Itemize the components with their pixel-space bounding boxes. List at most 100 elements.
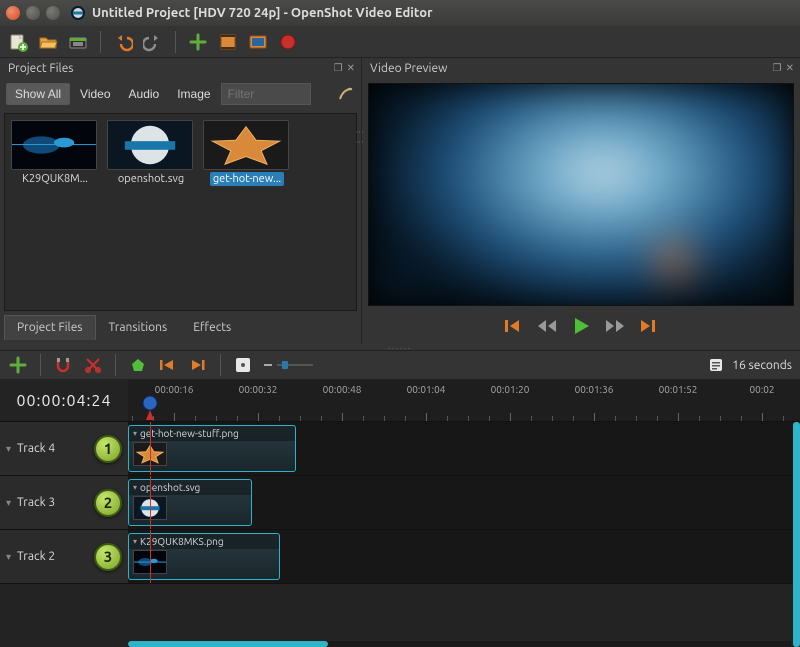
track-lane[interactable]: ▾K29QUK8MKS.png [128, 530, 800, 583]
rewind-button[interactable] [537, 319, 557, 333]
project-file-item[interactable]: K29QUK8M... [11, 120, 99, 189]
redo-button[interactable] [143, 32, 163, 52]
export-video-button[interactable] [278, 32, 298, 52]
track-lane[interactable]: ▾openshot.svg [128, 476, 800, 529]
add-track-button[interactable] [8, 355, 28, 375]
track-header[interactable]: ▾ Track 3 2 [0, 476, 128, 529]
timeline-tracks: ▾ Track 4 1 ▾get-hot-new-stuff.png ▾ Tra… [0, 422, 800, 647]
undo-button[interactable] [113, 32, 133, 52]
jump-end-button[interactable] [639, 318, 657, 334]
preview-content-image [369, 84, 793, 305]
dock-close-icon[interactable]: ✕ [786, 62, 794, 74]
ruler-tick [678, 413, 679, 421]
panel-title-text: Project Files [8, 62, 74, 75]
chevron-down-icon: ▾ [6, 443, 11, 455]
chevron-down-icon: ▾ [133, 429, 137, 438]
chevron-down-icon: ▾ [6, 497, 11, 509]
upper-panels: Project Files ❐ ✕ Show All Video Audio I… [0, 58, 800, 344]
filter-show-all-button[interactable]: Show All [6, 83, 70, 105]
timeline-horizontal-scrollbar[interactable] [128, 641, 791, 647]
window-minimize-button[interactable] [26, 6, 40, 20]
playhead-marker[interactable] [150, 396, 168, 421]
dock-close-icon[interactable]: ✕ [347, 62, 355, 74]
window-close-button[interactable] [6, 6, 20, 20]
new-project-button[interactable] [8, 32, 28, 52]
tab-transitions[interactable]: Transitions [96, 315, 181, 340]
ruler-tick [258, 413, 259, 421]
project-file-item[interactable]: openshot.svg [107, 120, 195, 189]
ruler-label: 00:01:52 [659, 384, 698, 395]
open-project-button[interactable] [38, 32, 58, 52]
ruler-tick [174, 413, 175, 421]
tab-project-files[interactable]: Project Files [4, 315, 96, 340]
chevron-down-icon: ▾ [133, 537, 137, 546]
track-lane[interactable]: ▾get-hot-new-stuff.png [128, 422, 800, 475]
toolbar-separator [115, 354, 116, 376]
track-row: ▾ Track 3 2 ▾openshot.svg [0, 476, 800, 530]
ruler-label: 00:00:48 [323, 384, 362, 395]
project-files-title: Project Files ❐ ✕ [0, 58, 361, 79]
file-filter-row: Show All Video Audio Image [0, 79, 361, 109]
filter-input[interactable] [221, 83, 311, 105]
chevron-down-icon: ▾ [133, 483, 137, 492]
track-header[interactable]: ▾ Track 4 1 [0, 422, 128, 475]
window-maximize-button[interactable] [46, 6, 60, 20]
panel-title-text: Video Preview [370, 62, 447, 75]
filter-image-button[interactable]: Image [169, 84, 218, 104]
timeline-vertical-scrollbar[interactable] [793, 422, 800, 647]
window-title: Untitled Project [HDV 720 24p] - OpenSho… [92, 6, 432, 20]
razor-button[interactable] [83, 355, 103, 375]
import-files-button[interactable] [188, 32, 208, 52]
annotation-badge: 2 [94, 489, 122, 517]
ruler-label: 00:02 [749, 384, 774, 395]
add-marker-button[interactable] [128, 355, 148, 375]
track-header[interactable]: ▾ Track 2 3 [0, 530, 128, 583]
choose-profile-button[interactable] [218, 32, 238, 52]
clear-filter-button[interactable] [335, 84, 355, 104]
file-name-label: openshot.svg [115, 172, 187, 186]
dock-detach-icon[interactable]: ❐ [334, 62, 343, 74]
track-row: ▾ Track 4 1 ▾get-hot-new-stuff.png [0, 422, 800, 476]
ruler-label: 00:00:32 [239, 384, 278, 395]
fullscreen-button[interactable] [248, 32, 268, 52]
fast-forward-button[interactable] [605, 319, 625, 333]
toolbar-separator [40, 354, 41, 376]
track-name-label: Track 3 [17, 496, 55, 509]
track-name-label: Track 2 [17, 550, 55, 563]
jump-start-button[interactable] [505, 318, 523, 334]
project-file-item[interactable]: get-hot-new... [203, 120, 291, 189]
ruler-tick [594, 413, 595, 421]
play-button[interactable] [571, 316, 591, 336]
toolbar-separator [175, 31, 176, 53]
annotation-badge: 1 [94, 435, 122, 463]
preview-viewport[interactable] [368, 83, 794, 306]
center-playhead-button[interactable] [233, 355, 253, 375]
snap-button[interactable] [53, 355, 73, 375]
timeline-clip[interactable]: ▾get-hot-new-stuff.png [128, 425, 296, 472]
clip-title: ▾K29QUK8MKS.png [129, 534, 279, 549]
file-name-label: K29QUK8M... [19, 172, 91, 186]
next-marker-button[interactable] [188, 355, 208, 375]
zoom-slider[interactable] [263, 360, 313, 370]
clip-title: ▾get-hot-new-stuff.png [129, 426, 295, 441]
timecode-display: 00:00:04:24 [0, 380, 128, 421]
dock-detach-icon[interactable]: ❐ [773, 62, 782, 74]
timeline: 00:00:04:24 00:00:1600:00:3200:00:4800:0… [0, 380, 800, 647]
project-files-area[interactable]: K29QUK8M... openshot.svg get-hot-new... [4, 113, 357, 311]
save-project-button[interactable] [68, 32, 88, 52]
panel-resize-handle[interactable]: ⋮⋮ [355, 128, 364, 148]
left-panel-tabs: Project Files Transitions Effects [0, 315, 361, 344]
prev-marker-button[interactable] [158, 355, 178, 375]
toolbar-separator [100, 31, 101, 53]
video-preview-title: Video Preview ❐ ✕ [362, 58, 800, 79]
ruler-tick [342, 413, 343, 421]
tab-effects[interactable]: Effects [180, 315, 244, 340]
timeline-ruler-row: 00:00:04:24 00:00:1600:00:3200:00:4800:0… [0, 380, 800, 422]
window-titlebar: Untitled Project [HDV 720 24p] - OpenSho… [0, 0, 800, 26]
filter-audio-button[interactable]: Audio [121, 84, 168, 104]
timeline-ruler[interactable]: 00:00:1600:00:3200:00:4800:01:0400:01:20… [128, 380, 800, 421]
ruler-label: 00:01:04 [407, 384, 446, 395]
filter-video-button[interactable]: Video [72, 84, 118, 104]
timeline-clip[interactable]: ▾openshot.svg [128, 479, 252, 526]
project-files-panel: Project Files ❐ ✕ Show All Video Audio I… [0, 58, 362, 344]
